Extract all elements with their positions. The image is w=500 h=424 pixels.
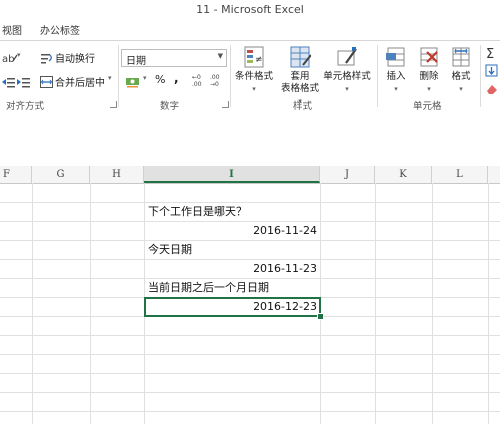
active-cell-selection bbox=[144, 297, 321, 317]
increase-indent-icon[interactable] bbox=[17, 73, 31, 92]
delete-cells-button[interactable]: 删除 ▾ bbox=[414, 45, 444, 95]
merge-center-button[interactable]: 合并后居中 bbox=[55, 74, 105, 89]
wrap-text-icon[interactable] bbox=[40, 49, 53, 68]
wrap-text-button[interactable]: 自动换行 bbox=[55, 50, 95, 65]
svg-text:≠: ≠ bbox=[255, 55, 263, 65]
ribbon: ab ▾ 自动换行 合并后居中 ▾ 对齐方式 日期 ▼ ▾ % , ←0.00 … bbox=[0, 40, 500, 114]
svg-text:ab: ab bbox=[2, 54, 14, 64]
cell-I-today-value[interactable]: 2016-11-23 bbox=[145, 259, 320, 278]
column-header-G[interactable]: G bbox=[32, 166, 90, 183]
number-launcher-icon[interactable] bbox=[222, 101, 229, 108]
ribbon-tabs: 视图 办公标签 bbox=[0, 18, 500, 40]
decrease-decimal-icon[interactable]: .00 →0 bbox=[210, 72, 226, 91]
cell-I-question[interactable]: 下个工作日是哪天？ bbox=[145, 202, 320, 221]
cell-styles-button[interactable]: 单元格样式 ▾ bbox=[322, 45, 372, 95]
fill-icon[interactable] bbox=[485, 63, 499, 82]
orientation-icon[interactable]: ab bbox=[2, 49, 18, 68]
format-cells-icon bbox=[452, 47, 470, 67]
svg-text:.00: .00 bbox=[210, 74, 220, 81]
cell-I-next-workday[interactable]: 2016-11-24 bbox=[145, 221, 320, 240]
formula-area bbox=[0, 112, 500, 167]
cell-I-next-month-label[interactable]: 当前日期之后一个月日期 bbox=[145, 278, 320, 297]
tab-office-tab[interactable]: 办公标签 bbox=[40, 22, 80, 37]
delete-cells-icon bbox=[420, 47, 438, 67]
comma-button[interactable]: , bbox=[174, 71, 179, 85]
decrease-indent-icon[interactable] bbox=[2, 73, 16, 92]
number-format-select[interactable]: 日期 ▼ bbox=[121, 49, 227, 67]
format-cells-button[interactable]: 格式 ▾ bbox=[446, 45, 476, 95]
svg-text:Σ: Σ bbox=[486, 47, 494, 60]
worksheet-grid[interactable]: 下个工作日是哪天？ 2016-11-24 今天日期 2016-11-23 当前日… bbox=[0, 183, 500, 424]
svg-text:.00: .00 bbox=[192, 81, 202, 87]
group-label-cells: 单元格 bbox=[413, 101, 442, 112]
svg-text:←0: ←0 bbox=[192, 74, 201, 81]
column-header-H[interactable]: H bbox=[90, 166, 144, 183]
tab-view[interactable]: 视图 bbox=[2, 22, 22, 37]
insert-cells-icon bbox=[386, 47, 405, 67]
column-header-L[interactable]: L bbox=[432, 166, 488, 183]
format-as-table-icon bbox=[290, 46, 311, 68]
conditional-format-icon: ≠ bbox=[244, 46, 264, 68]
percent-button[interactable]: % bbox=[155, 73, 165, 86]
clear-icon[interactable] bbox=[485, 81, 499, 100]
conditional-format-button[interactable]: ≠ 条件格式 ▾ bbox=[233, 45, 275, 95]
group-label-number: 数字 bbox=[160, 101, 180, 112]
title-bar: 11 - Microsoft Excel bbox=[0, 0, 500, 18]
column-header-F[interactable]: F bbox=[0, 166, 32, 183]
svg-text:→0: →0 bbox=[210, 81, 219, 87]
column-headers: F G H I J K L bbox=[0, 166, 500, 184]
merge-center-icon[interactable] bbox=[40, 73, 53, 92]
cell-I-today-label[interactable]: 今天日期 bbox=[145, 240, 320, 259]
column-header-I[interactable]: I bbox=[144, 166, 320, 183]
insert-cells-button[interactable]: 插入 ▾ bbox=[380, 45, 412, 95]
chevron-down-icon: ▼ bbox=[217, 52, 223, 60]
autosum-icon[interactable]: Σ bbox=[485, 45, 499, 64]
increase-decimal-icon[interactable]: ←0.00 bbox=[192, 72, 208, 91]
column-header-J[interactable]: J bbox=[320, 166, 375, 183]
currency-icon[interactable] bbox=[125, 73, 141, 92]
column-header-K[interactable]: K bbox=[375, 166, 432, 183]
cell-styles-icon bbox=[337, 47, 357, 66]
group-label-styles: 样式 bbox=[293, 101, 313, 112]
group-label-alignment: 对齐方式 bbox=[6, 101, 45, 112]
alignment-launcher-icon[interactable] bbox=[110, 101, 117, 108]
window-title: 11 - Microsoft Excel bbox=[196, 3, 304, 16]
fill-handle[interactable] bbox=[317, 313, 324, 320]
